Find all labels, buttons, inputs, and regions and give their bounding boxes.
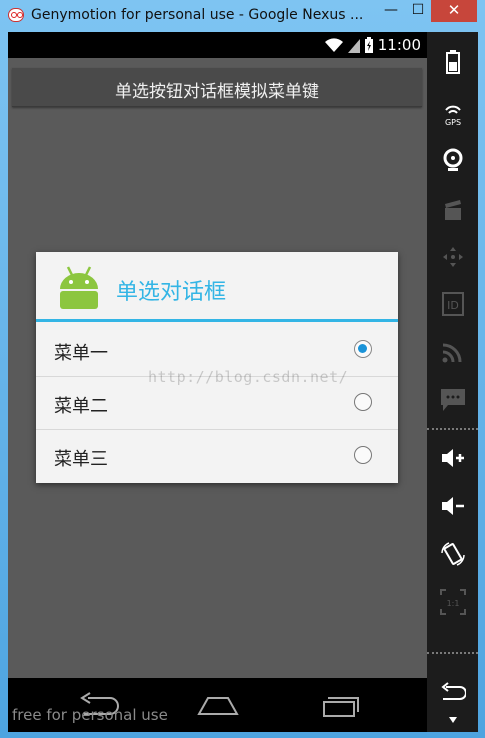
dpad-icon [442, 247, 463, 267]
action-bar[interactable]: 单选按钮对话框模拟菜单键 [12, 68, 422, 107]
genymotion-sidebar: GPS ID 1:1 [427, 32, 478, 732]
option-label: 菜单二 [54, 396, 108, 417]
dpad-button[interactable] [427, 237, 478, 277]
capture-button[interactable] [427, 190, 478, 230]
sidebar-separator [427, 428, 478, 430]
battery-icon [445, 50, 460, 74]
minimize-button[interactable]: — [378, 0, 404, 22]
home-nav-icon[interactable] [196, 692, 240, 718]
volume-down-icon [441, 497, 464, 515]
close-button[interactable]: ✕ [431, 0, 477, 22]
dialog-title: 单选对话框 [116, 280, 227, 305]
battery-status-icon [364, 37, 373, 53]
android-nav-bar: free for personal use [8, 678, 427, 732]
scale-icon: 1:1 [439, 589, 466, 615]
radio-option-3[interactable]: 菜单三 [36, 430, 398, 483]
maximize-button[interactable]: ☐ [405, 0, 431, 22]
rotate-button[interactable] [427, 534, 478, 574]
id-icon: ID [441, 292, 464, 316]
radio-button[interactable] [354, 446, 372, 464]
window-title: Genymotion for personal use - Google Nex… [31, 7, 364, 23]
volume-up-button[interactable] [427, 438, 478, 478]
gps-label: GPS [444, 118, 460, 126]
wifi-icon [324, 38, 343, 52]
free-for-personal-use-text: free for personal use [12, 706, 168, 724]
camera-button[interactable] [427, 140, 478, 180]
sidebar-back-button[interactable] [427, 672, 478, 712]
device-id-button[interactable]: ID [427, 284, 478, 324]
radio-button-checked[interactable] [354, 340, 372, 358]
scale-label: 1:1 [446, 599, 459, 608]
status-time: 11:00 [377, 36, 421, 54]
gps-icon: GPS [444, 105, 461, 126]
watermark-text: http://blog.csdn.net/ [148, 368, 349, 386]
rotate-icon [440, 542, 465, 566]
radio-button[interactable] [354, 393, 372, 411]
gps-button[interactable]: GPS [427, 94, 478, 134]
android-status-bar: 11:00 [8, 32, 427, 58]
device-screen: 11:00 单选按钮对话框模拟菜单键 单选对话框 菜单一 菜单二 菜单三 htt… [8, 32, 427, 732]
volume-down-button[interactable] [427, 486, 478, 526]
sidebar-menu-button[interactable] [427, 708, 478, 732]
title-bar: Genymotion for personal use - Google Nex… [0, 0, 485, 32]
signal-icon [347, 39, 360, 53]
scale-button[interactable]: 1:1 [427, 582, 478, 622]
id-label: ID [447, 299, 459, 312]
sidebar-separator [427, 652, 478, 654]
menu-arrow-icon [448, 717, 457, 723]
cast-icon [442, 343, 461, 363]
option-label: 菜单一 [54, 343, 108, 364]
genymotion-logo-icon [8, 8, 24, 22]
android-robot-icon [60, 266, 98, 309]
sms-button[interactable] [427, 380, 478, 420]
volume-up-icon [441, 449, 464, 467]
battery-button[interactable] [427, 42, 478, 82]
action-bar-title: 单选按钮对话框模拟菜单键 [115, 82, 319, 102]
clapper-icon [444, 200, 461, 220]
camera-icon [443, 148, 462, 171]
cast-button[interactable] [427, 332, 478, 372]
dialog-header: 单选对话框 [36, 252, 398, 322]
option-label: 菜单三 [54, 449, 108, 470]
recents-nav-icon[interactable] [318, 692, 362, 718]
window-frame: Genymotion for personal use - Google Nex… [0, 0, 485, 738]
sms-icon [440, 389, 465, 411]
back-icon [440, 682, 466, 700]
